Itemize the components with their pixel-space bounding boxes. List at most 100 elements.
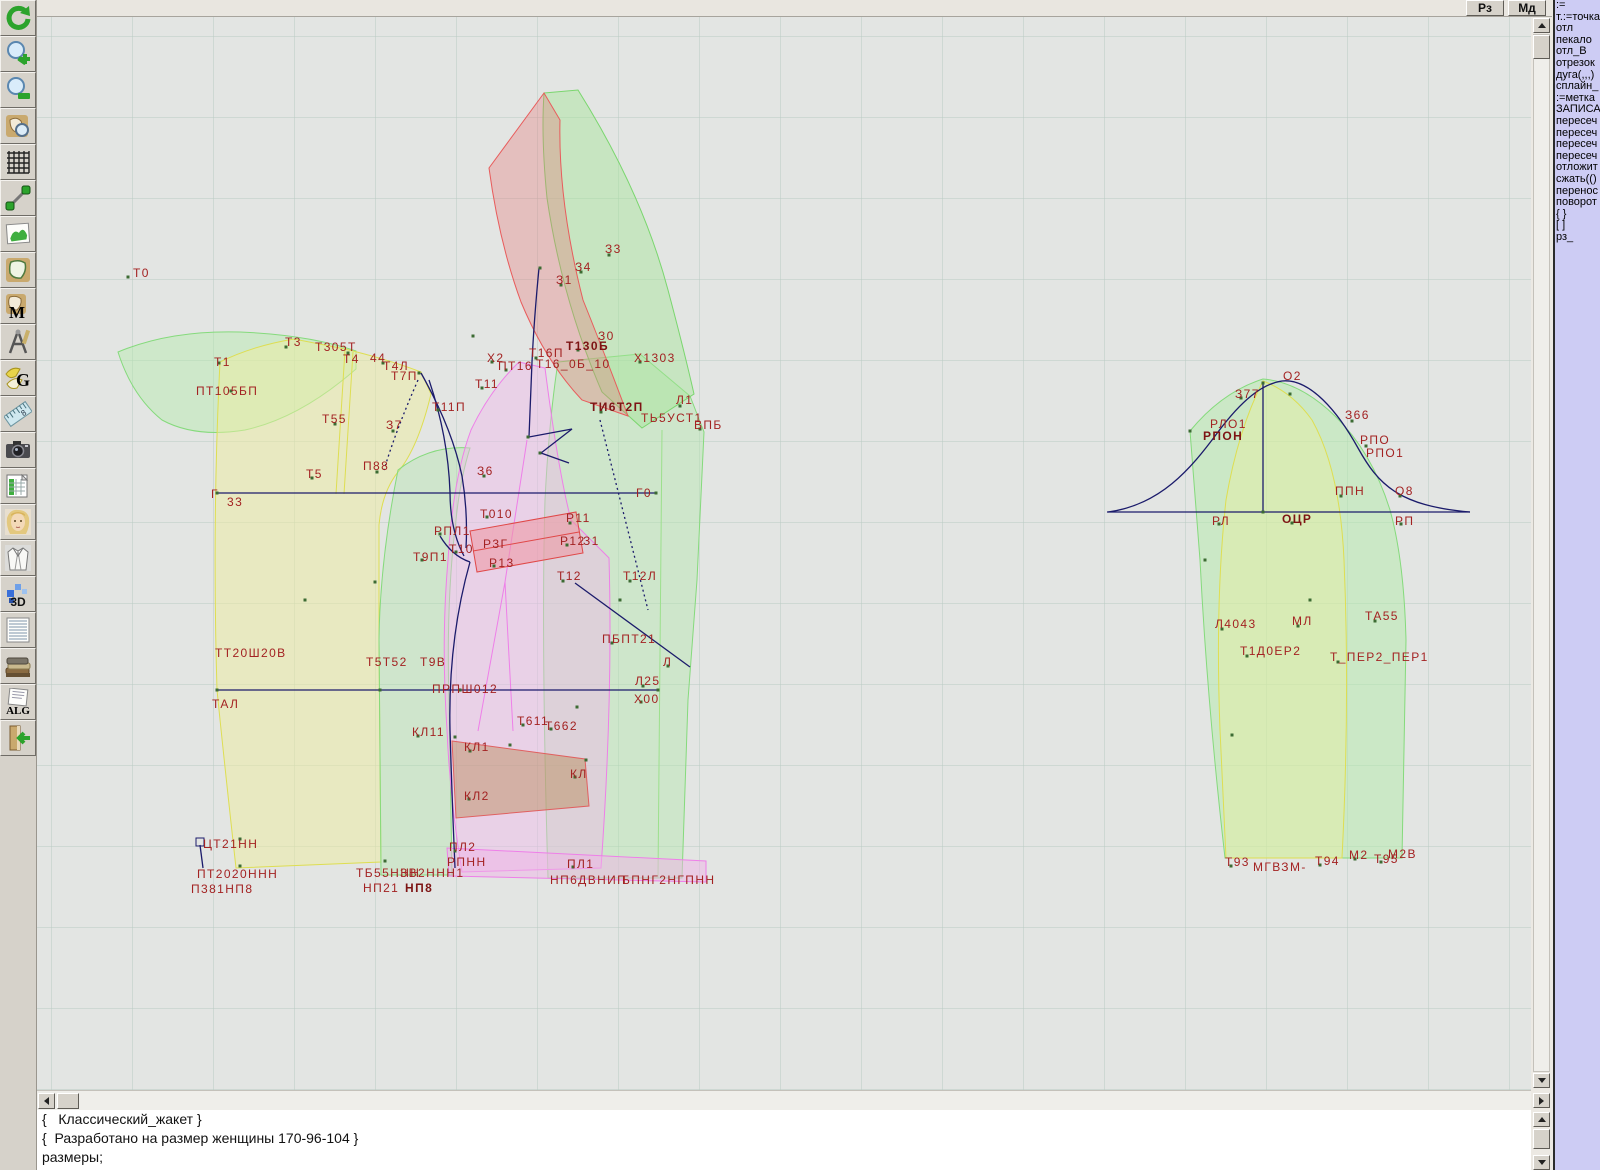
scroll-up-button[interactable] [1533,18,1550,33]
point-label: Т1Д0ЕР2 [1240,644,1301,658]
measure-icon [4,184,32,212]
command-item[interactable]: сжать(() [1555,174,1600,186]
pattern-text-button[interactable]: M [0,288,36,324]
grid-button[interactable] [0,144,36,180]
ruler-button[interactable]: 8 [0,396,36,432]
grazia-button[interactable]: G [0,360,36,396]
document-button[interactable] [0,612,36,648]
model-photo-button[interactable] [0,504,36,540]
point-marker [527,436,530,439]
grazia-g-icon: G [4,364,32,392]
table-button[interactable] [0,468,36,504]
drawing-canvas[interactable]: Т0Т1Т3Т305ТТ444Т4ЛТ7ППТ105БПТ55З7Т5П88Г3… [37,17,1531,1090]
zoom-out-button[interactable] [0,72,36,108]
status-scroll-right-button[interactable] [1533,1093,1550,1108]
algorithm-button[interactable]: ALG [0,684,36,720]
point-label: Р13 [489,556,515,570]
point-label: Т662 [545,719,578,733]
compass-icon [4,328,32,356]
command-item[interactable]: пересеч [1555,116,1600,128]
zoom-in-button[interactable] [0,36,36,72]
vertical-scrollbar-track[interactable] [1533,34,1550,1072]
point-label: З4 [575,260,592,274]
command-item[interactable]: := [1555,0,1600,12]
point-label: НП8 [405,881,433,895]
point-label: МЛ [1292,614,1313,628]
point-label: БПНГ2НГПНН [622,873,715,887]
point-label: Г0 [636,486,652,500]
books-icon [4,652,32,680]
point-label: КЛ [570,767,588,781]
point-label: КЛ11 [412,725,445,739]
command-item[interactable]: отрезок [1555,58,1600,70]
program-line: размеры; [37,1148,1531,1167]
arrow-up-icon [1538,23,1546,28]
garment-button[interactable] [0,540,36,576]
exit-icon [4,724,32,752]
point-label: Р3Г [483,537,508,551]
status-scroll-up-button[interactable] [1533,1112,1550,1127]
exit-button[interactable] [0,720,36,756]
point-marker [655,492,658,495]
pattern-cad-window: M G 8 3D ALG Рз Мд [0,0,1600,1170]
piece-preview-icon [4,112,32,140]
point-label: З3 [605,242,622,256]
arrow-down-icon [1538,1078,1546,1083]
status-scroll-down-button[interactable] [1533,1155,1550,1170]
md-button[interactable]: Мд [1508,0,1546,16]
point-label: ТА55 [1365,609,1399,623]
rz-button[interactable]: Рз [1466,0,1504,16]
point-label: Л [663,655,672,669]
point-label: НП6ДВНИП [550,873,627,887]
point-label: Г [211,487,219,501]
point-marker [1262,511,1265,514]
point-label: З1 [583,534,600,548]
jacket-icon [4,544,32,572]
measure-button[interactable] [0,180,36,216]
point-label: Т0 [133,266,150,280]
pattern-button[interactable] [0,252,36,288]
command-item[interactable]: рз_ [1555,232,1600,244]
status-scrollbar-thumb[interactable] [1533,1129,1550,1149]
point-label: Т5 [306,467,323,481]
document-list-icon [4,616,32,644]
point-label: Т7П [391,369,418,383]
horizontal-scrollbar-thumb[interactable] [57,1093,79,1109]
point-label: ППН [1335,484,1365,498]
undo-button[interactable] [0,0,36,36]
command-item[interactable]: пересеч [1555,139,1600,151]
point-label: Л25 [635,674,660,688]
point-label: З6 [477,464,494,478]
view-3d-button[interactable]: 3D [0,576,36,612]
point-label: П381НП8 [191,882,253,896]
point-marker [576,706,579,709]
point-label: Т9П1 [413,550,448,564]
compass-button[interactable] [0,324,36,360]
preview-button[interactable] [0,108,36,144]
command-item[interactable]: поворот [1555,197,1600,209]
point-marker [374,581,377,584]
scroll-left-button[interactable] [38,1093,55,1109]
image-button[interactable] [0,216,36,252]
program-text-area[interactable]: { Классический_жакет } { Разработано на … [37,1110,1531,1170]
command-item[interactable]: сплайн_ [1555,81,1600,93]
point-label: Х1303 [634,351,676,365]
svg-text:ALG: ALG [6,705,30,716]
command-panel: :=т.:=точкаотлпекалоотл_Вотрезокдуга(,,,… [1553,0,1600,1170]
point-label: ТИ6Т2П [590,400,644,414]
point-label: Т10 [449,542,474,556]
portrait-icon [4,508,32,536]
point-label: Р11 [566,511,591,525]
point-label: М2В [1388,847,1417,861]
scroll-down-button[interactable] [1533,1073,1550,1088]
vertical-scrollbar-thumb[interactable] [1533,35,1550,59]
point-label: З1 [556,273,573,287]
point-label: РПО [1360,433,1390,447]
camera-button[interactable] [0,432,36,468]
pattern-piece-icon [4,256,32,284]
svg-text:G: G [16,370,30,390]
point-label: Л4043 [1215,617,1257,631]
books-button[interactable] [0,648,36,684]
program-line: { Разработано на размер женщины 170-96-1… [37,1129,1531,1148]
horizontal-scrollbar [37,1090,1531,1110]
